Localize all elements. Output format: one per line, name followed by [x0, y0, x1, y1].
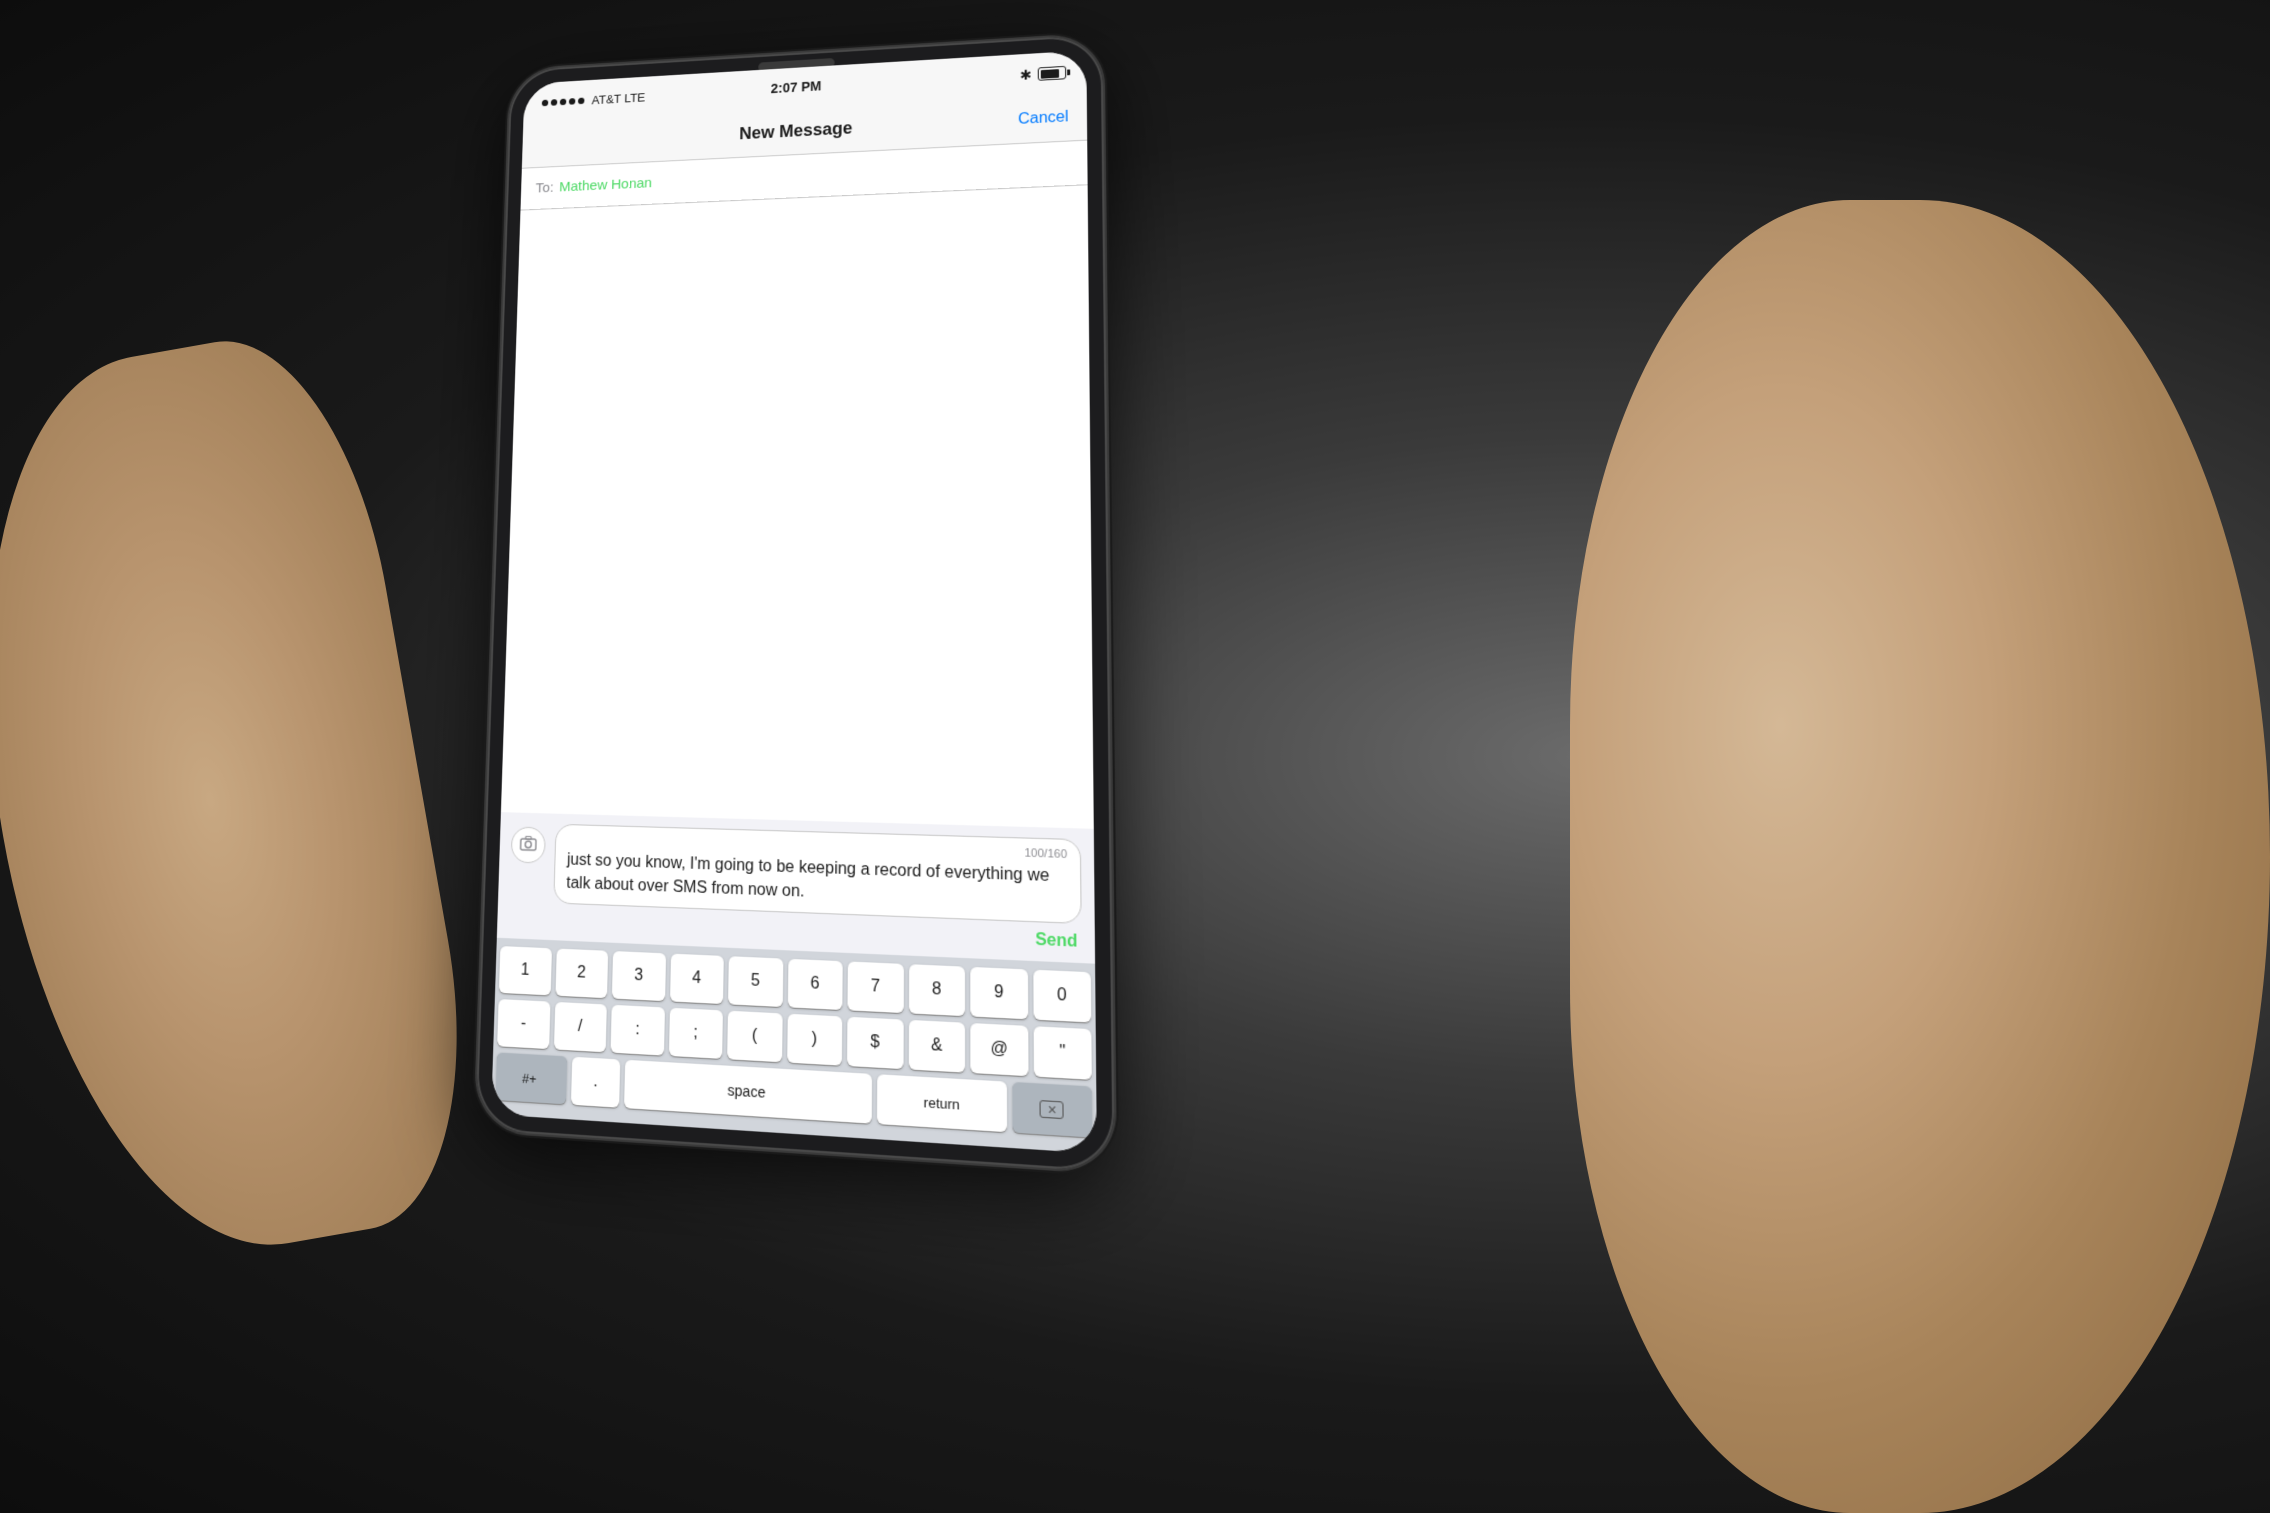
signal-dot-4: [569, 98, 576, 105]
key-dollar[interactable]: $: [847, 1017, 903, 1069]
to-recipient: Mathew Honan: [559, 175, 652, 195]
battery-fill: [1040, 69, 1059, 79]
signal-dots: [542, 97, 585, 106]
delete-icon: [1040, 1100, 1064, 1119]
status-left: AT&T LTE: [542, 90, 646, 110]
signal-dot-3: [560, 98, 567, 105]
cancel-button[interactable]: Cancel: [1018, 108, 1069, 128]
key-4[interactable]: 4: [670, 954, 724, 1005]
key-delete[interactable]: [1012, 1082, 1092, 1138]
key-ampersand[interactable]: &: [908, 1020, 965, 1073]
key-5[interactable]: 5: [728, 956, 783, 1007]
status-right: ✱: [1020, 64, 1066, 83]
key-8[interactable]: 8: [908, 964, 965, 1016]
camera-icon: [519, 834, 537, 856]
hand-left: [0, 320, 495, 1279]
scene: AT&T LTE 2:07 PM ✱ New Message Cancel: [0, 0, 2270, 1513]
key-more-symbols[interactable]: #+­: [495, 1052, 567, 1104]
bluetooth-icon: ✱: [1020, 66, 1032, 83]
signal-dot-2: [551, 99, 558, 106]
key-closeparen[interactable]: ): [787, 1014, 843, 1066]
key-2[interactable]: 2: [555, 949, 608, 999]
key-1[interactable]: 1: [499, 946, 552, 995]
key-period[interactable]: .: [571, 1057, 620, 1108]
key-colon[interactable]: :: [611, 1005, 665, 1056]
keyboard: 1 2 3 4 5 6 7 8 9 0 - /: [491, 938, 1097, 1154]
key-9[interactable]: 9: [970, 967, 1027, 1019]
key-return[interactable]: return: [877, 1074, 1007, 1132]
phone-device: AT&T LTE 2:07 PM ✱ New Message Cancel: [475, 34, 1115, 1173]
hand-right: [1570, 200, 2270, 1513]
key-minus[interactable]: -: [497, 999, 550, 1049]
key-slash[interactable]: /: [553, 1002, 606, 1052]
key-space[interactable]: space: [624, 1060, 872, 1124]
key-6[interactable]: 6: [787, 959, 842, 1010]
battery-indicator: [1038, 66, 1066, 81]
send-button[interactable]: Send: [1035, 931, 1077, 952]
key-at[interactable]: @: [970, 1023, 1028, 1076]
carrier-label: AT&T LTE: [591, 90, 645, 107]
message-body-area[interactable]: [501, 185, 1094, 829]
key-semicolon[interactable]: ;: [668, 1008, 722, 1059]
signal-dot-5: [578, 97, 585, 104]
key-openparen[interactable]: (: [727, 1011, 782, 1063]
camera-button[interactable]: [511, 827, 546, 864]
nav-title: New Message: [739, 118, 852, 144]
key-7[interactable]: 7: [847, 961, 903, 1013]
message-text-content: just so you know, I'm going to be keepin…: [566, 849, 1068, 913]
key-3[interactable]: 3: [612, 951, 666, 1001]
signal-dot-1: [542, 99, 548, 106]
key-quote[interactable]: ": [1033, 1026, 1092, 1080]
key-0[interactable]: 0: [1033, 970, 1091, 1023]
to-label: To:: [535, 180, 554, 196]
phone-screen: AT&T LTE 2:07 PM ✱ New Message Cancel: [491, 50, 1097, 1153]
status-time: 2:07 PM: [771, 78, 822, 96]
